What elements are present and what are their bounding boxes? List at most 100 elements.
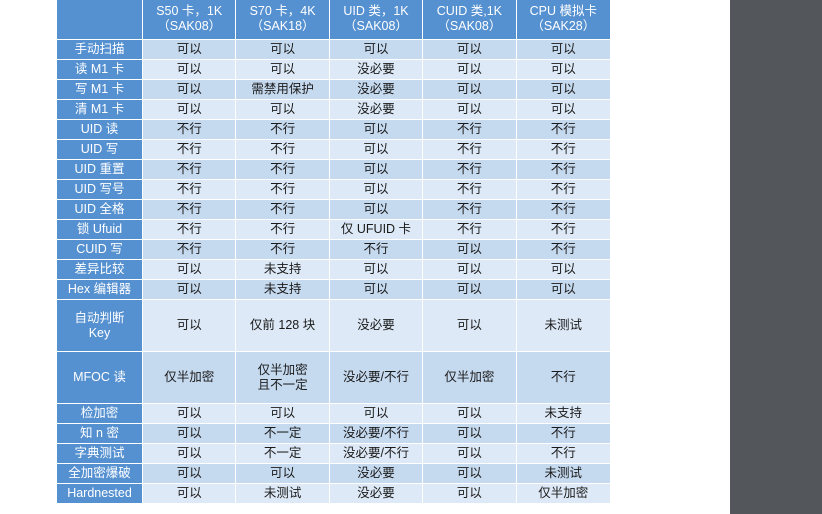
table-cell: 可以 — [516, 39, 610, 59]
cell-line: 不行 — [363, 242, 389, 256]
cell-line: 可以 — [456, 426, 482, 440]
row-label-line: 锁 Ufuid — [76, 222, 123, 236]
cell-line: 可以 — [176, 426, 202, 440]
table-cell: 可以 — [329, 403, 424, 423]
cell-line: 可以 — [456, 102, 482, 116]
table-cell: 没必要/不行 — [329, 351, 424, 403]
cell-line: 可以 — [456, 282, 482, 296]
cell-line: 可以 — [176, 262, 202, 276]
table-cell: 没必要 — [329, 79, 424, 99]
table-cell: 没必要 — [329, 483, 424, 503]
table-cell: 不行 — [423, 219, 517, 239]
row-label: 手动扫描 — [57, 39, 143, 59]
table-cell: 没必要 — [329, 463, 424, 483]
table-cell: 仅半加密 — [143, 351, 237, 403]
row-label-line: 检加密 — [80, 406, 119, 420]
cell-line: 可以 — [363, 122, 389, 136]
cell-line: 不行 — [270, 182, 296, 196]
column-header-3: UID 类，1K （SAK08） — [329, 0, 424, 39]
table-cell: 不行 — [516, 443, 610, 463]
cell-line: 可以 — [176, 82, 202, 96]
column-header-4: CUID 类,1K （SAK08） — [423, 0, 517, 39]
comparison-table: S50 卡，1K （SAK08） S70 卡，4K （SAK18） UID 类，1K （S… — [57, 0, 610, 503]
row-label-line: 手动扫描 — [74, 42, 125, 56]
table-cell: 未测试 — [516, 299, 610, 351]
cell-line: 未支持 — [263, 262, 302, 276]
table-cell: 不行 — [143, 179, 237, 199]
cell-line: 仅半加密 — [257, 362, 308, 377]
row-label-line: Hardnested — [67, 486, 132, 500]
table-cell: 不行 — [236, 199, 330, 219]
cell-line: 可以 — [456, 486, 482, 500]
table-cell: 仅半加密 且不一定 — [236, 351, 330, 403]
table-cell: 可以 — [423, 423, 517, 443]
cell-line: 没必要 — [357, 102, 395, 116]
table-row: 锁 Ufuid 不行 不行 仅 UFUID 卡 不行 不行 — [57, 219, 610, 239]
column-header-line1: S70 卡，4K — [249, 4, 316, 18]
table-cell: 可以 — [143, 99, 237, 119]
table-cell: 可以 — [423, 99, 517, 119]
row-label: UID 写号 — [57, 179, 143, 199]
table-row: 写 M1 卡 可以 需禁用保护 没必要 可以 可以 — [57, 79, 610, 99]
table-cell: 不行 — [143, 199, 237, 219]
table-row: CUID 写 不行 不行 不行 可以 不行 — [57, 239, 610, 259]
table-cell: 不一定 — [236, 443, 330, 463]
table-row: Hardnested 可以 未测试 没必要 可以 仅半加密 — [57, 483, 610, 503]
right-dark-panel — [730, 0, 822, 514]
row-label-line: UID 全格 — [74, 202, 125, 216]
table-cell: 可以 — [516, 99, 610, 119]
cell-line: 可以 — [456, 262, 482, 276]
cell-line: 可以 — [270, 406, 296, 420]
cell-line: 不行 — [270, 122, 296, 136]
table-cell: 可以 — [236, 59, 330, 79]
row-label: 读 M1 卡 — [57, 59, 143, 79]
cell-line: 不行 — [456, 162, 482, 176]
table-cell: 可以 — [236, 403, 330, 423]
cell-line: 不行 — [456, 182, 482, 196]
row-label-line: 差异比较 — [74, 262, 125, 276]
table-cell: 可以 — [143, 443, 237, 463]
cell-line: 可以 — [270, 102, 296, 116]
row-label: 清 M1 卡 — [57, 99, 143, 119]
cell-line: 不行 — [550, 202, 576, 216]
cell-line: 可以 — [456, 42, 482, 56]
table-cell: 可以 — [329, 179, 424, 199]
table-cell: 可以 — [423, 59, 517, 79]
cell-line: 可以 — [550, 102, 576, 116]
header-row: S50 卡，1K （SAK08） S70 卡，4K （SAK18） UID 类，1K （S… — [57, 0, 610, 39]
cell-line: 不行 — [550, 426, 576, 440]
row-label: 自动判断 Key — [57, 299, 143, 351]
cell-line: 没必要/不行 — [342, 426, 409, 440]
table-cell: 可以 — [329, 39, 424, 59]
table-row: UID 写号 不行 不行 可以 不行 不行 — [57, 179, 610, 199]
table-cell: 不行 — [143, 119, 237, 139]
cell-line: 未测试 — [544, 318, 583, 332]
table-row: 字典测试 可以 不一定 没必要/不行 可以 不行 — [57, 443, 610, 463]
cell-line: 仅半加密 — [444, 370, 495, 384]
cell-line: 不行 — [270, 142, 296, 156]
column-header-line2: （SAK18） — [250, 19, 315, 33]
table-cell: 可以 — [329, 159, 424, 179]
cell-line: 不行 — [550, 162, 576, 176]
table-cell: 仅 UFUID 卡 — [329, 219, 424, 239]
table-cell: 没必要 — [329, 99, 424, 119]
table-cell: 可以 — [143, 279, 237, 299]
cell-line: 可以 — [176, 406, 202, 420]
table-cell: 不行 — [236, 159, 330, 179]
cell-line: 不行 — [456, 142, 482, 156]
cell-line: 不行 — [550, 242, 576, 256]
column-header-1: S50 卡，1K （SAK08） — [143, 0, 237, 39]
table-cell: 可以 — [516, 59, 610, 79]
table-row: Hex 编辑器 可以 未支持 可以 可以 可以 — [57, 279, 610, 299]
table-cell: 不行 — [143, 139, 237, 159]
table-cell: 不行 — [236, 179, 330, 199]
cell-line: 不行 — [550, 182, 576, 196]
table-cell: 未测试 — [516, 463, 610, 483]
table-cell: 未测试 — [236, 483, 330, 503]
table-cell: 可以 — [143, 299, 237, 351]
table-row: UID 写 不行 不行 可以 不行 不行 — [57, 139, 610, 159]
cell-line: 没必要 — [357, 486, 395, 500]
cell-line: 不行 — [456, 202, 482, 216]
cell-line: 可以 — [456, 446, 482, 460]
cell-line: 没必要 — [357, 62, 395, 76]
